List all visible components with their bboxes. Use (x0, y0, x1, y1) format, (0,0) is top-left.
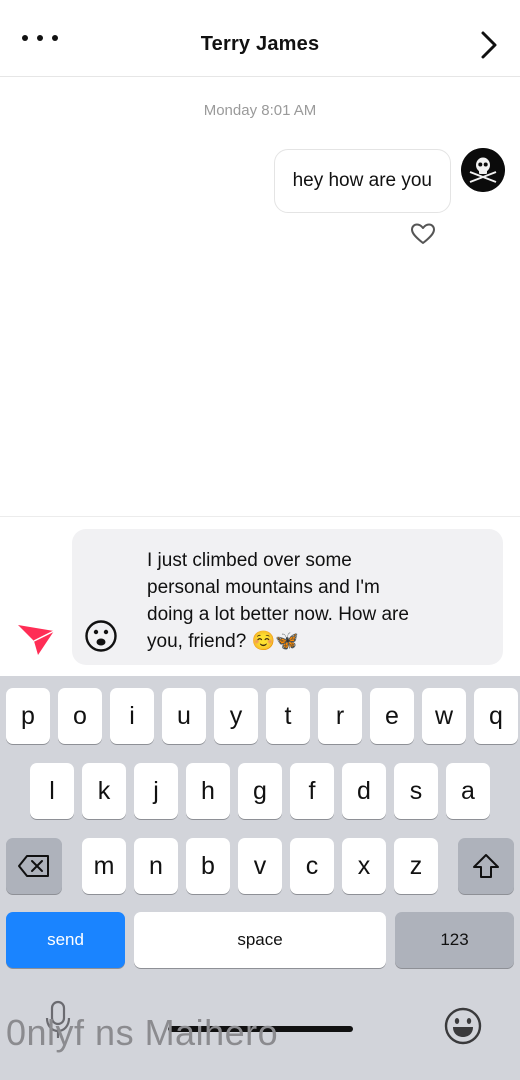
key-j[interactable]: j (134, 763, 178, 819)
message-text: hey how are you (292, 170, 432, 191)
shift-arrow-icon (473, 854, 499, 878)
key-d[interactable]: d (342, 763, 386, 819)
key-b[interactable]: b (186, 838, 230, 894)
skull-crossbones-icon (461, 148, 505, 192)
space-key[interactable]: space (134, 912, 386, 968)
backspace-key[interactable] (6, 838, 62, 894)
message-input[interactable]: I just climbed over some personal mounta… (72, 529, 503, 665)
message-input-text: I just climbed over some personal mounta… (147, 550, 409, 652)
key-l[interactable]: l (30, 763, 74, 819)
key-e[interactable]: e (370, 688, 414, 744)
paper-plane-icon[interactable] (16, 619, 56, 659)
shift-key[interactable] (458, 838, 514, 894)
key-c[interactable]: c (290, 838, 334, 894)
send-key[interactable]: send (6, 912, 125, 968)
key-m[interactable]: m (82, 838, 126, 894)
numbers-key[interactable]: 123 (395, 912, 514, 968)
message-timestamp: Monday 8:01 AM (203, 102, 317, 119)
smiley-face-icon[interactable] (84, 619, 118, 653)
key-x[interactable]: x (342, 838, 386, 894)
key-q[interactable]: q (474, 688, 518, 744)
backspace-icon (18, 855, 49, 877)
chevron-right-icon[interactable] (478, 30, 500, 60)
key-i[interactable]: i (110, 688, 154, 744)
key-k[interactable]: k (82, 763, 126, 819)
key-u[interactable]: u (162, 688, 206, 744)
key-w[interactable]: w (422, 688, 466, 744)
watermark-text: 0nlyf ns Maihero (6, 1012, 279, 1053)
key-v[interactable]: v (238, 838, 282, 894)
key-p[interactable]: p (6, 688, 50, 744)
key-r[interactable]: r (318, 688, 362, 744)
chat-header: Terry James (0, 0, 520, 77)
contact-name: Terry James (200, 33, 320, 55)
key-z[interactable]: z (394, 838, 438, 894)
key-n[interactable]: n (134, 838, 178, 894)
key-s[interactable]: s (394, 763, 438, 819)
avatar[interactable] (461, 148, 505, 192)
key-o[interactable]: o (58, 688, 102, 744)
key-g[interactable]: g (238, 763, 282, 819)
key-t[interactable]: t (266, 688, 310, 744)
key-a[interactable]: a (446, 763, 490, 819)
key-h[interactable]: h (186, 763, 230, 819)
key-y[interactable]: y (214, 688, 258, 744)
message-bubble[interactable]: hey how are you (273, 149, 451, 213)
message-composer: I just climbed over some personal mounta… (0, 516, 520, 677)
emoji-keyboard-icon[interactable] (443, 1006, 483, 1046)
heart-outline-icon[interactable] (410, 222, 436, 246)
key-f[interactable]: f (290, 763, 334, 819)
